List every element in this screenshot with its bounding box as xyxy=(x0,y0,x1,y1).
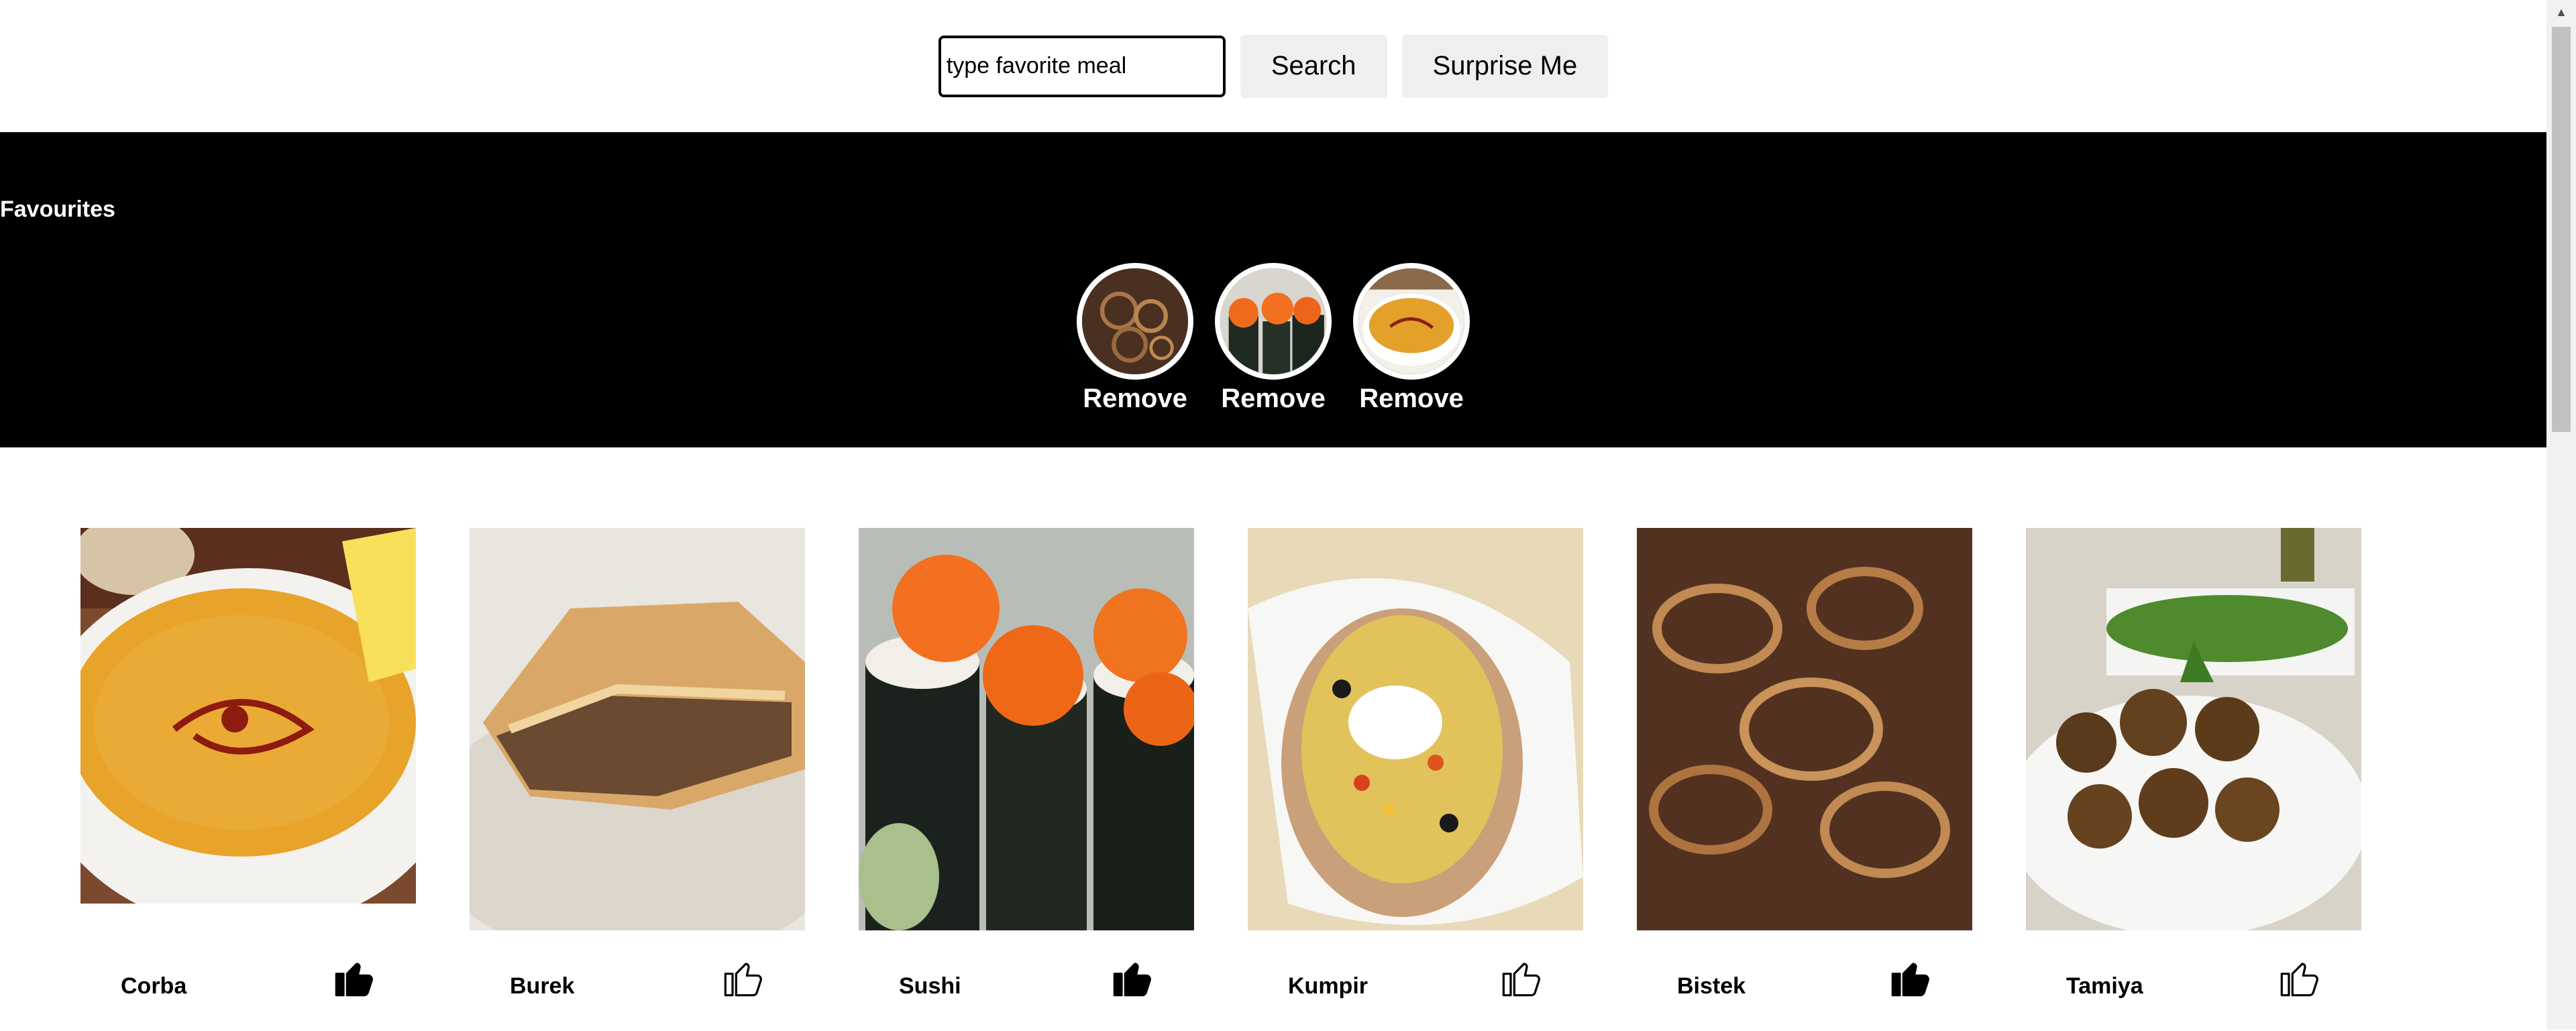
like-button[interactable] xyxy=(333,956,376,999)
meal-name: Kumpir xyxy=(1288,973,1368,999)
favourites-list: Remove Remove Remove xyxy=(0,263,2546,414)
meal-card: Burek xyxy=(470,528,805,1031)
thumbs-up-icon xyxy=(1113,963,1151,997)
meal-image xyxy=(859,528,1194,930)
thumbs-up-icon xyxy=(2280,963,2318,997)
meal-card: Sushi xyxy=(859,528,1194,1031)
page-scrollbar[interactable]: ▲ xyxy=(2546,0,2576,1030)
like-button[interactable] xyxy=(1111,956,1154,999)
meal-image xyxy=(1248,528,1583,930)
meal-card: Corba xyxy=(80,528,416,1031)
scrollbar-thumb[interactable] xyxy=(2552,27,2571,432)
scroll-up-arrow-icon[interactable]: ▲ xyxy=(2546,0,2576,24)
meal-body: Bistek xyxy=(1637,930,1972,1031)
search-input[interactable] xyxy=(938,35,1226,97)
favourites-section: Favourites Remove Remove Remove xyxy=(0,132,2546,447)
favourite-item: Remove xyxy=(1215,263,1332,414)
thumbs-up-icon xyxy=(1891,963,1929,997)
meal-name: Bistek xyxy=(1677,973,1746,999)
meal-card: Kumpir xyxy=(1248,528,1583,1031)
favourite-meal-image[interactable] xyxy=(1215,263,1332,380)
meal-body: Corba xyxy=(80,930,416,1031)
meal-body: Kumpir xyxy=(1248,930,1583,1031)
favourite-meal-image[interactable] xyxy=(1353,263,1470,380)
meal-body: Sushi xyxy=(859,930,1194,1031)
favourite-meal-image[interactable] xyxy=(1077,263,1193,380)
meal-body: Tamiya xyxy=(2026,930,2361,1031)
remove-favourite-button[interactable]: Remove xyxy=(1359,384,1464,414)
meal-list: Corba Burek Sushi Kumpir Bistek Tamiya xyxy=(80,528,2361,1031)
like-button[interactable] xyxy=(1500,956,1543,999)
thumbs-up-icon xyxy=(335,963,373,997)
like-button[interactable] xyxy=(2278,956,2321,999)
surprise-me-button[interactable]: Surprise Me xyxy=(1401,34,1609,98)
favourite-item: Remove xyxy=(1353,263,1470,414)
thumbs-up-icon xyxy=(1502,963,1540,997)
remove-favourite-button[interactable]: Remove xyxy=(1083,384,1187,414)
meal-name: Burek xyxy=(510,973,575,999)
favourite-item: Remove xyxy=(1077,263,1193,414)
search-button[interactable]: Search xyxy=(1240,34,1387,98)
meal-card: Bistek xyxy=(1637,528,1972,1031)
meal-name: Corba xyxy=(121,973,187,999)
meal-image xyxy=(80,528,416,930)
thumbs-up-icon xyxy=(724,963,762,997)
meal-image xyxy=(1637,528,1972,930)
like-button[interactable] xyxy=(722,956,765,999)
meal-card: Tamiya xyxy=(2026,528,2361,1031)
search-bar: Search Surprise Me xyxy=(0,0,2546,132)
favourites-title: Favourites xyxy=(0,197,115,222)
meal-name: Sushi xyxy=(899,973,961,999)
like-button[interactable] xyxy=(1889,956,1932,999)
meal-body: Burek xyxy=(470,930,805,1031)
remove-favourite-button[interactable]: Remove xyxy=(1221,384,1326,414)
meal-image xyxy=(2026,528,2361,930)
meal-name: Tamiya xyxy=(2066,973,2143,999)
meal-image xyxy=(470,528,805,930)
